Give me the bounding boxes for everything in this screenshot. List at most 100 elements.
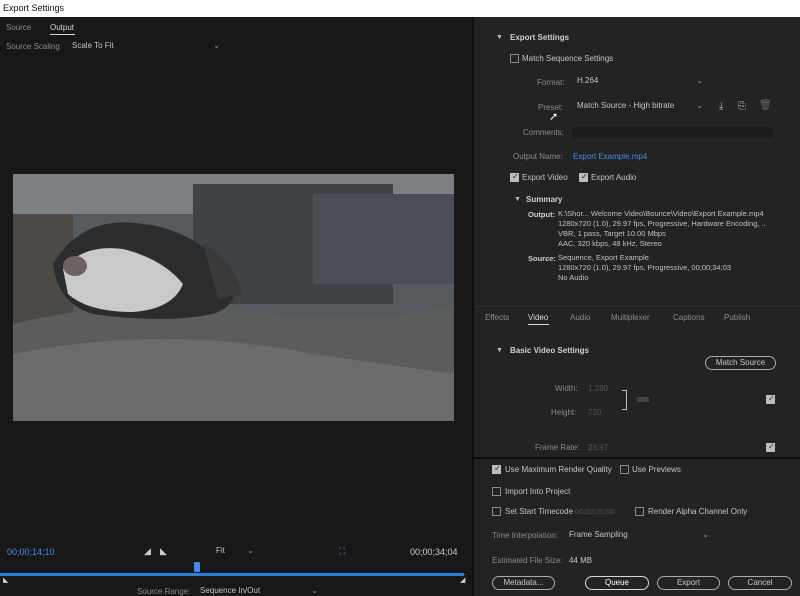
active-tab-indicator (50, 34, 75, 35)
tab-output[interactable]: Output (50, 23, 74, 32)
frame-rate-value[interactable]: 29.97 (588, 443, 608, 452)
summary-source-line: Sequence, Export Example (558, 253, 649, 262)
tab-multiplexer[interactable]: Multiplexer (611, 313, 650, 322)
set-out-point-icon[interactable]: ◣ (160, 546, 167, 557)
comments-input[interactable] (572, 127, 773, 138)
summary-source-line: No Audio (558, 273, 589, 282)
export-button[interactable]: Export (657, 576, 720, 590)
aspect-ratio-icon[interactable]: ⛶ (339, 546, 345, 557)
export-video-checkbox[interactable] (510, 172, 519, 182)
metadata-button[interactable]: Metadata... (492, 576, 555, 590)
set-start-timecode-checkbox[interactable] (492, 507, 501, 516)
collapse-triangle-icon[interactable]: ▼ (496, 34, 503, 41)
video-frame-image (13, 174, 454, 421)
summary-output-line: K:\Shor... Welcome Video\Bounce\Video\Ex… (558, 209, 764, 218)
summary-header: Summary (526, 195, 563, 204)
source-scaling-dropdown[interactable]: Scale To Fit ⌄ (68, 41, 224, 53)
summary-output-line: VBR, 1 pass, Target 10.00 Mbps (558, 229, 666, 238)
set-in-point-icon[interactable]: ◢ (144, 546, 151, 557)
tab-captions[interactable]: Captions (673, 313, 705, 322)
mouse-cursor-icon: ➚ (549, 111, 559, 123)
source-range-value: Sequence In/Out (200, 586, 261, 595)
height-label: Height: (551, 408, 577, 417)
source-scaling-value: Scale To Fit (72, 41, 114, 50)
format-value: H.264 (577, 76, 599, 85)
summary-source-line: 1280x720 (1.0), 29.97 fps, Progressive, … (558, 263, 732, 272)
output-name-label: Output Name: (513, 152, 563, 161)
time-interpolation-value: Frame Sampling (569, 530, 628, 539)
export-settings-header: Export Settings (510, 33, 570, 42)
export-audio-checkbox[interactable] (579, 172, 588, 182)
file-size-label: Estimated File Size: (492, 556, 563, 565)
chevron-down-icon: ⌄ (696, 101, 703, 110)
format-dropdown[interactable]: H.264 ⌄ (573, 76, 707, 88)
match-sequence-checkbox[interactable] (510, 54, 519, 63)
output-name-link[interactable]: Export Example.mp4 (573, 152, 647, 161)
zoom-fit-value: Fit (216, 546, 225, 555)
chevron-down-icon: ⌄ (311, 586, 318, 595)
tab-publish[interactable]: Publish (724, 313, 750, 322)
chain-link-icon[interactable] (637, 397, 649, 402)
tab-audio[interactable]: Audio (570, 313, 590, 322)
summary-source-block: Sequence, Export Example 1280x720 (1.0),… (558, 253, 796, 283)
time-interpolation-dropdown[interactable]: Frame Sampling ⌄ (565, 530, 713, 542)
summary-source-label: Source: (528, 254, 556, 263)
match-source-button[interactable]: Match Source (705, 356, 776, 370)
tab-source[interactable]: Source (6, 23, 31, 32)
chevron-down-icon: ⌄ (213, 41, 220, 50)
import-into-project-checkbox[interactable] (492, 487, 501, 496)
source-scaling-label: Source Scaling (6, 42, 60, 51)
import-preset-icon[interactable]: ⎘ (738, 101, 746, 112)
zoom-fit-dropdown[interactable]: Fit ⌄ (212, 546, 258, 558)
tabs-divider (474, 306, 800, 307)
save-preset-icon[interactable]: ⤓ (719, 101, 723, 112)
export-audio-label: Export Audio (591, 173, 637, 182)
basic-video-header: Basic Video Settings (510, 346, 589, 355)
in-point-marker-icon[interactable]: ◣ (3, 576, 8, 584)
width-value[interactable]: 1,280 (588, 384, 608, 393)
width-label: Width: (555, 384, 578, 393)
start-timecode-input[interactable]: 00;00;00;00 (575, 507, 615, 516)
chevron-down-icon: ⌄ (702, 530, 709, 539)
summary-output-label: Output: (528, 210, 556, 219)
summary-output-line: AAC, 320 kbps, 48 kHz, Stereo (558, 239, 662, 248)
render-alpha-label: Render Alpha Channel Only (648, 507, 748, 516)
chevron-down-icon: ⌄ (696, 76, 703, 85)
summary-output-line: 1280x720 (1.0), 29.97 fps, Progressive, … (558, 219, 766, 228)
render-alpha-checkbox[interactable] (635, 507, 644, 516)
preset-dropdown[interactable]: Match Source - High bitrate ⌄ (573, 101, 707, 113)
import-into-project-label: Import Into Project (505, 487, 571, 496)
set-start-timecode-label: Set Start Timecode (505, 507, 574, 516)
active-tab-indicator (528, 324, 549, 325)
match-frame-rate-checkbox[interactable] (766, 442, 775, 452)
link-bracket (622, 390, 627, 410)
frame-rate-label: Frame Rate: (535, 443, 580, 452)
use-previews-checkbox[interactable] (620, 465, 629, 474)
tab-effects[interactable]: Effects (485, 313, 509, 322)
max-render-quality-checkbox[interactable] (492, 464, 501, 474)
collapse-triangle-icon[interactable]: ▼ (514, 196, 521, 203)
file-size-value: 44 MB (569, 556, 593, 565)
time-interpolation-label: Time Interpolation: (492, 531, 558, 540)
bottom-divider (474, 457, 800, 459)
tab-video[interactable]: Video (528, 313, 548, 322)
duration-timecode: 00;00;34;04 (410, 547, 458, 557)
timeline-range-bar[interactable] (0, 573, 464, 576)
format-label: Format: (537, 78, 565, 87)
delete-preset-icon[interactable]: 🗑 (759, 100, 772, 111)
source-range-label: Source Range: (137, 587, 191, 596)
cancel-button[interactable]: Cancel (728, 576, 792, 590)
match-source-size-checkbox[interactable] (766, 394, 775, 404)
height-value[interactable]: 720 (588, 408, 601, 417)
out-point-marker-icon[interactable]: ◢ (460, 576, 465, 584)
summary-output-block: K:\Shor... Welcome Video\Bounce\Video\Ex… (558, 209, 796, 249)
comments-label: Comments: (523, 128, 564, 137)
collapse-triangle-icon[interactable]: ▼ (496, 347, 503, 354)
current-timecode[interactable]: 00;00;14;10 (7, 547, 55, 557)
source-range-dropdown[interactable]: Sequence In/Out ⌄ (196, 586, 322, 596)
max-render-quality-label: Use Maximum Render Quality (505, 465, 612, 474)
playhead-handle[interactable] (194, 562, 200, 572)
chevron-down-icon: ⌄ (247, 546, 254, 555)
match-sequence-label: Match Sequence Settings (522, 54, 614, 63)
queue-button[interactable]: Queue (585, 576, 649, 590)
